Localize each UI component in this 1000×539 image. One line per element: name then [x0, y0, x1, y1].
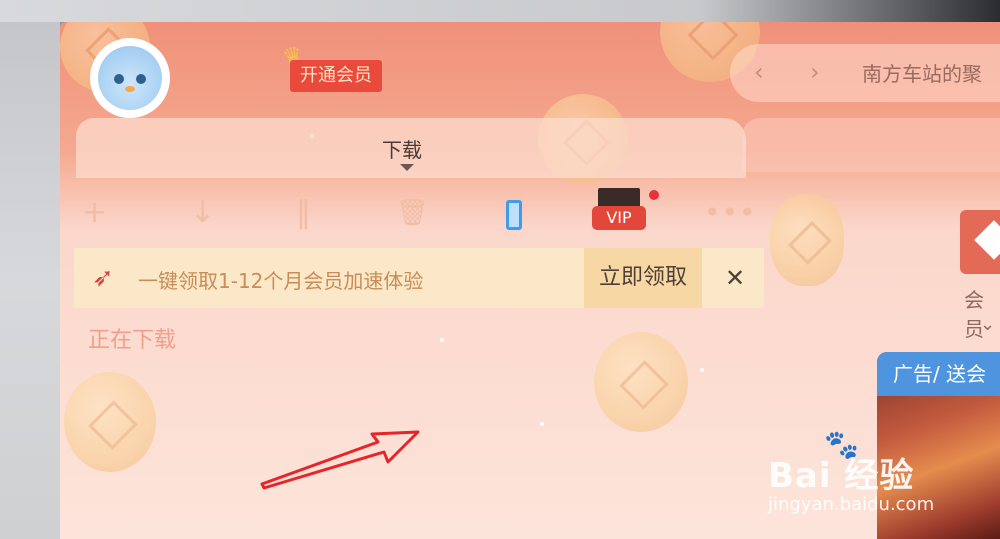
watermark-url: jingyan.baidu.com	[768, 494, 935, 515]
annotation-arrow-shape	[260, 430, 420, 490]
baidu-watermark: 🐾 Bai 经验 jingyan.baidu.com	[764, 428, 994, 518]
watermark-brand: Bai 经验	[768, 456, 915, 496]
